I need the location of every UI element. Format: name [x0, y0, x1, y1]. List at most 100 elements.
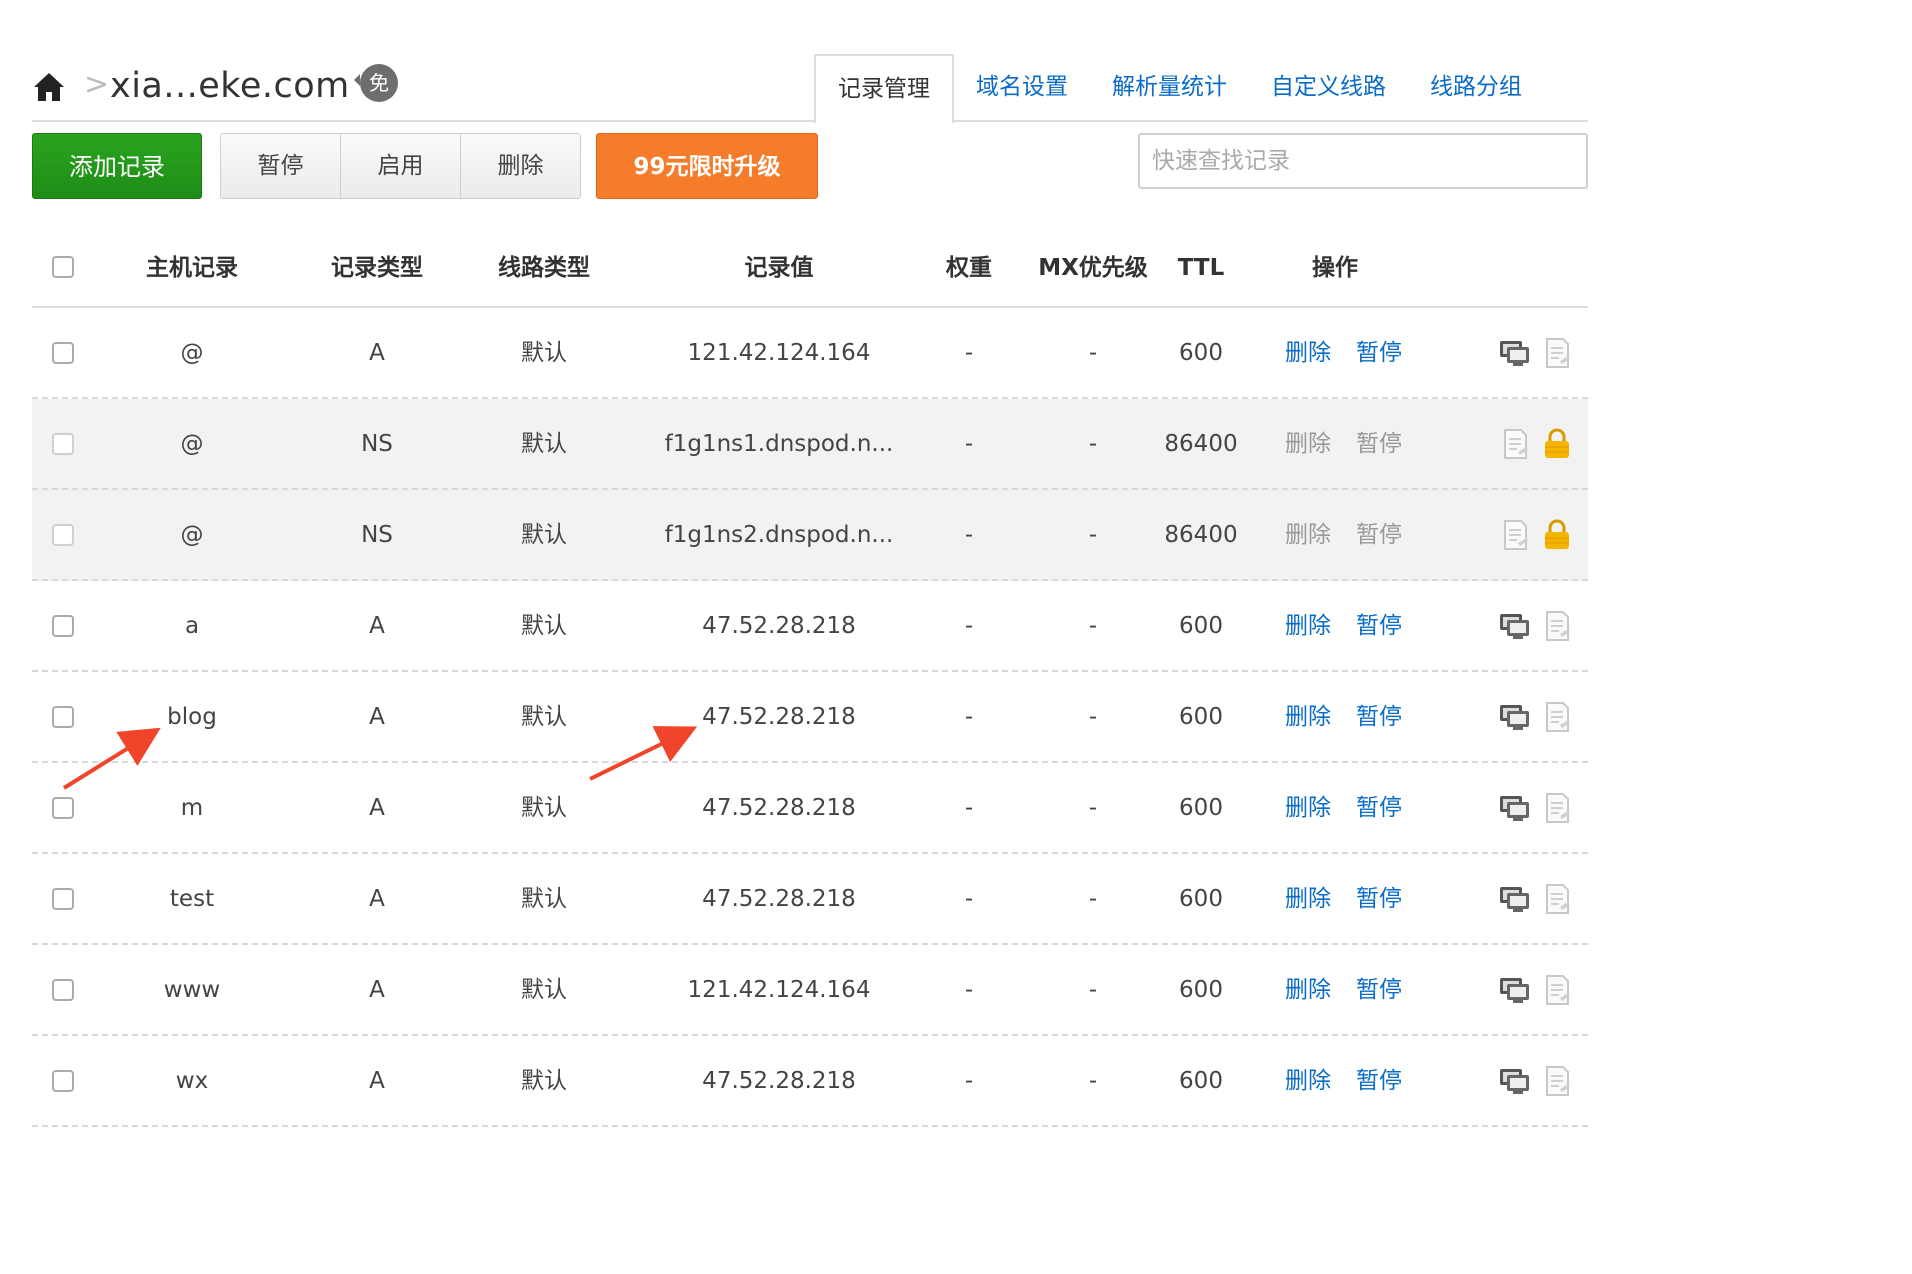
pause-link: 暂停: [1356, 522, 1402, 548]
cell-weight: -: [964, 886, 974, 912]
delete-link[interactable]: 删除: [1285, 581, 1331, 672]
table-row: @ NS 默认 f1g1ns1.dnspod.n... - - 86400 删除 暂停: [32, 399, 1588, 490]
delete-button[interactable]: 删除: [461, 134, 580, 198]
cell-value: 47.52.28.218: [702, 886, 856, 912]
monitor-icon[interactable]: [1498, 1064, 1532, 1098]
cell-type: A: [369, 613, 385, 639]
column-value: 记录值: [744, 255, 814, 281]
cell-type: A: [369, 977, 385, 1003]
cell-line: 默认: [521, 613, 567, 639]
tab-query-stats[interactable]: 解析量统计: [1090, 54, 1249, 120]
table-row: a A 默认 47.52.28.218 - - 600 删除 暂停: [32, 581, 1588, 672]
cell-host: www: [163, 977, 221, 1003]
cell-mx-priority: -: [1088, 795, 1098, 821]
upgrade-button[interactable]: 99元限时升级: [596, 133, 818, 199]
cell-value: f1g1ns2.dnspod.n...: [664, 522, 894, 548]
note-icon[interactable]: [1540, 1064, 1574, 1098]
cell-weight: -: [964, 1068, 974, 1094]
cell-line: 默认: [521, 340, 567, 366]
cell-ttl: 600: [1179, 340, 1223, 366]
monitor-icon[interactable]: [1498, 609, 1532, 643]
cell-value: 47.52.28.218: [702, 1068, 856, 1094]
lock-icon: [1540, 427, 1574, 461]
cell-mx-priority: -: [1088, 340, 1098, 366]
home-icon[interactable]: [32, 70, 66, 104]
row-checkbox[interactable]: [52, 888, 74, 910]
select-all-checkbox[interactable]: [52, 256, 74, 278]
monitor-icon[interactable]: [1498, 336, 1532, 370]
pause-link[interactable]: 暂停: [1356, 854, 1402, 945]
cell-value: 47.52.28.218: [702, 704, 856, 730]
table-row: blog A 默认 47.52.28.218 - - 600 删除 暂停: [32, 672, 1588, 763]
delete-link: 删除: [1285, 431, 1331, 457]
dns-records-page: > xia...eke.com 免 记录管理 域名设置 解析量统计 自定义线路 …: [0, 0, 1912, 1274]
enable-button[interactable]: 启用: [341, 134, 461, 198]
cell-line: 默认: [521, 977, 567, 1003]
cell-ttl: 600: [1179, 704, 1223, 730]
note-icon: [1498, 427, 1532, 461]
monitor-icon[interactable]: [1498, 882, 1532, 916]
cell-weight: -: [964, 431, 974, 457]
pause-link[interactable]: 暂停: [1356, 672, 1402, 763]
delete-link[interactable]: 删除: [1285, 1036, 1331, 1127]
pause-link[interactable]: 暂停: [1356, 1036, 1402, 1127]
cell-mx-priority: -: [1088, 522, 1098, 548]
tab-custom-lines[interactable]: 自定义线路: [1249, 54, 1408, 120]
cell-value: f1g1ns1.dnspod.n...: [664, 431, 894, 457]
row-checkbox[interactable]: [52, 979, 74, 1001]
tab-domain-settings[interactable]: 域名设置: [954, 54, 1090, 120]
cell-value: 121.42.124.164: [687, 340, 871, 366]
row-checkbox[interactable]: [52, 706, 74, 728]
pause-link[interactable]: 暂停: [1356, 581, 1402, 672]
pause-link[interactable]: 暂停: [1356, 308, 1402, 399]
note-icon[interactable]: [1540, 700, 1574, 734]
delete-link[interactable]: 删除: [1285, 945, 1331, 1036]
lock-icon: [1540, 518, 1574, 552]
monitor-icon[interactable]: [1498, 973, 1532, 1007]
row-checkbox: [52, 433, 74, 455]
pause-link[interactable]: 暂停: [1356, 763, 1402, 854]
cell-weight: -: [964, 795, 974, 821]
table-row: test A 默认 47.52.28.218 - - 600 删除 暂停: [32, 854, 1588, 945]
toolbar: 添加记录 暂停 启用 删除 99元限时升级: [32, 133, 1588, 199]
cell-weight: -: [964, 613, 974, 639]
column-actions: 操作: [1312, 255, 1358, 281]
column-weight: 权重: [946, 255, 992, 281]
cell-weight: -: [964, 522, 974, 548]
note-icon[interactable]: [1540, 609, 1574, 643]
search-input[interactable]: [1138, 133, 1588, 189]
cell-host: test: [169, 886, 215, 912]
cell-line: 默认: [521, 431, 567, 457]
cell-ttl: 600: [1179, 886, 1223, 912]
row-checkbox[interactable]: [52, 615, 74, 637]
row-checkbox[interactable]: [52, 1070, 74, 1092]
table-row: m A 默认 47.52.28.218 - - 600 删除 暂停: [32, 763, 1588, 854]
note-icon[interactable]: [1540, 336, 1574, 370]
note-icon[interactable]: [1540, 882, 1574, 916]
table-row: @ A 默认 121.42.124.164 - - 600 删除 暂停: [32, 308, 1588, 399]
cell-line: 默认: [521, 795, 567, 821]
cell-host: m: [180, 795, 204, 821]
delete-link[interactable]: 删除: [1285, 672, 1331, 763]
row-checkbox[interactable]: [52, 797, 74, 819]
cell-ttl: 600: [1179, 613, 1223, 639]
monitor-icon[interactable]: [1498, 791, 1532, 825]
cell-line: 默认: [521, 886, 567, 912]
delete-link[interactable]: 删除: [1285, 854, 1331, 945]
tab-line-groups[interactable]: 线路分组: [1408, 54, 1544, 120]
add-record-button[interactable]: 添加记录: [32, 133, 202, 199]
row-checkbox: [52, 524, 74, 546]
delete-link[interactable]: 删除: [1285, 308, 1331, 399]
cell-weight: -: [964, 340, 974, 366]
delete-link[interactable]: 删除: [1285, 763, 1331, 854]
note-icon[interactable]: [1540, 791, 1574, 825]
note-icon[interactable]: [1540, 973, 1574, 1007]
monitor-icon[interactable]: [1498, 700, 1532, 734]
row-checkbox[interactable]: [52, 342, 74, 364]
tab-record-management[interactable]: 记录管理: [814, 54, 954, 124]
pause-button[interactable]: 暂停: [221, 134, 341, 198]
pause-link[interactable]: 暂停: [1356, 945, 1402, 1036]
cell-type: A: [369, 886, 385, 912]
cell-host: @: [180, 431, 204, 457]
cell-line: 默认: [521, 1068, 567, 1094]
